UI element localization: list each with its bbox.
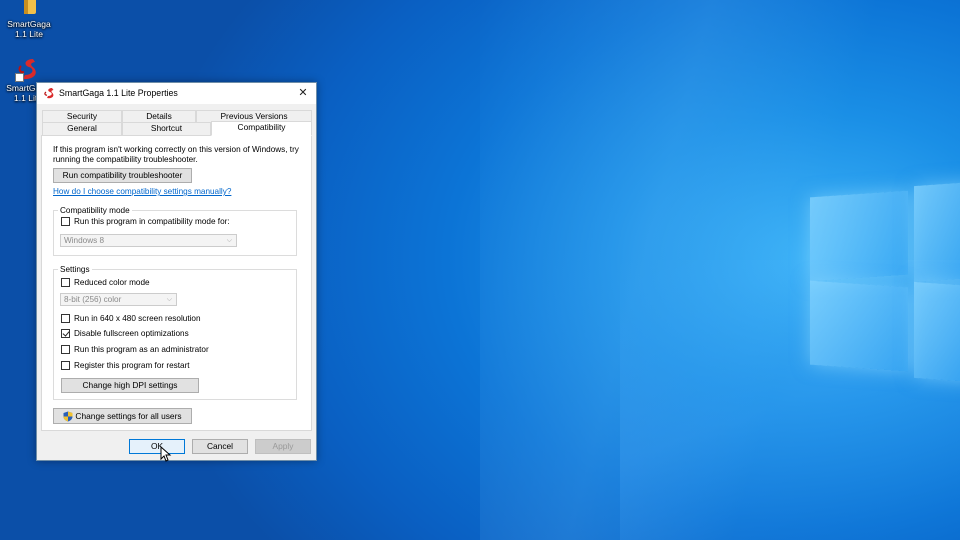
uac-shield-icon [63, 411, 73, 422]
app-icon [16, 0, 42, 18]
apply-button[interactable]: Apply [255, 439, 311, 454]
app-icon [44, 88, 54, 99]
register-restart-checkbox[interactable]: Register this program for restart [61, 361, 190, 370]
change-all-users-button[interactable]: Change settings for all users [53, 408, 192, 424]
cancel-button[interactable]: Cancel [192, 439, 248, 454]
tab-compatibility[interactable]: Compatibility [211, 121, 312, 136]
tab-security[interactable]: Security [42, 110, 122, 122]
dialog-title: SmartGaga 1.1 Lite Properties [59, 88, 178, 98]
compat-mode-select[interactable]: Windows 8 ⌵ [60, 234, 237, 247]
close-button[interactable]: ✕ [290, 83, 316, 104]
checkbox-unchecked[interactable] [61, 278, 70, 287]
compat-mode-checkbox[interactable]: Run this program in compatibility mode f… [61, 217, 230, 226]
desktop-icon-label: SmartGaga 1.1 Lite [7, 19, 51, 39]
chevron-down-icon: ⌵ [226, 237, 232, 244]
compatibility-mode-label: Compatibility mode [58, 206, 132, 215]
resolution-checkbox[interactable]: Run in 640 x 480 screen resolution [61, 314, 201, 323]
intro-text: If this program isn't working correctly … [53, 145, 299, 164]
desktop-icon-smartgaga[interactable]: SmartGaga 1.1 Lite [0, 0, 59, 39]
checkbox-unchecked[interactable] [61, 314, 70, 323]
color-mode-select[interactable]: 8-bit (256) color ⌵ [60, 293, 177, 306]
app-shortcut-icon [15, 56, 41, 82]
tab-general[interactable]: General [42, 122, 122, 135]
fullscreen-optimizations-checkbox[interactable]: Disable fullscreen optimizations [61, 329, 189, 338]
desktop-light-ray [620, 260, 960, 540]
help-link[interactable]: How do I choose compatibility settings m… [53, 187, 231, 196]
settings-label: Settings [58, 265, 92, 274]
checkbox-unchecked[interactable] [61, 345, 70, 354]
checkbox-unchecked[interactable] [61, 217, 70, 226]
checkbox-checked[interactable] [61, 329, 70, 338]
tab-shortcut[interactable]: Shortcut [122, 122, 211, 135]
reduced-color-checkbox[interactable]: Reduced color mode [61, 278, 150, 287]
mouse-cursor-icon [160, 446, 172, 462]
ok-button[interactable]: OK [129, 439, 185, 454]
properties-dialog: SmartGaga 1.1 Lite Properties ✕ Security… [36, 82, 317, 461]
change-dpi-button[interactable]: Change high DPI settings [61, 378, 199, 393]
run-as-admin-checkbox[interactable]: Run this program as an administrator [61, 345, 209, 354]
tab-details[interactable]: Details [122, 110, 196, 122]
chevron-down-icon: ⌵ [166, 296, 172, 303]
close-icon: ✕ [298, 87, 308, 99]
run-troubleshooter-button[interactable]: Run compatibility troubleshooter [53, 168, 192, 183]
checkbox-unchecked[interactable] [61, 361, 70, 370]
title-bar[interactable]: SmartGaga 1.1 Lite Properties ✕ [37, 83, 316, 104]
shortcut-arrow-icon [15, 73, 24, 82]
